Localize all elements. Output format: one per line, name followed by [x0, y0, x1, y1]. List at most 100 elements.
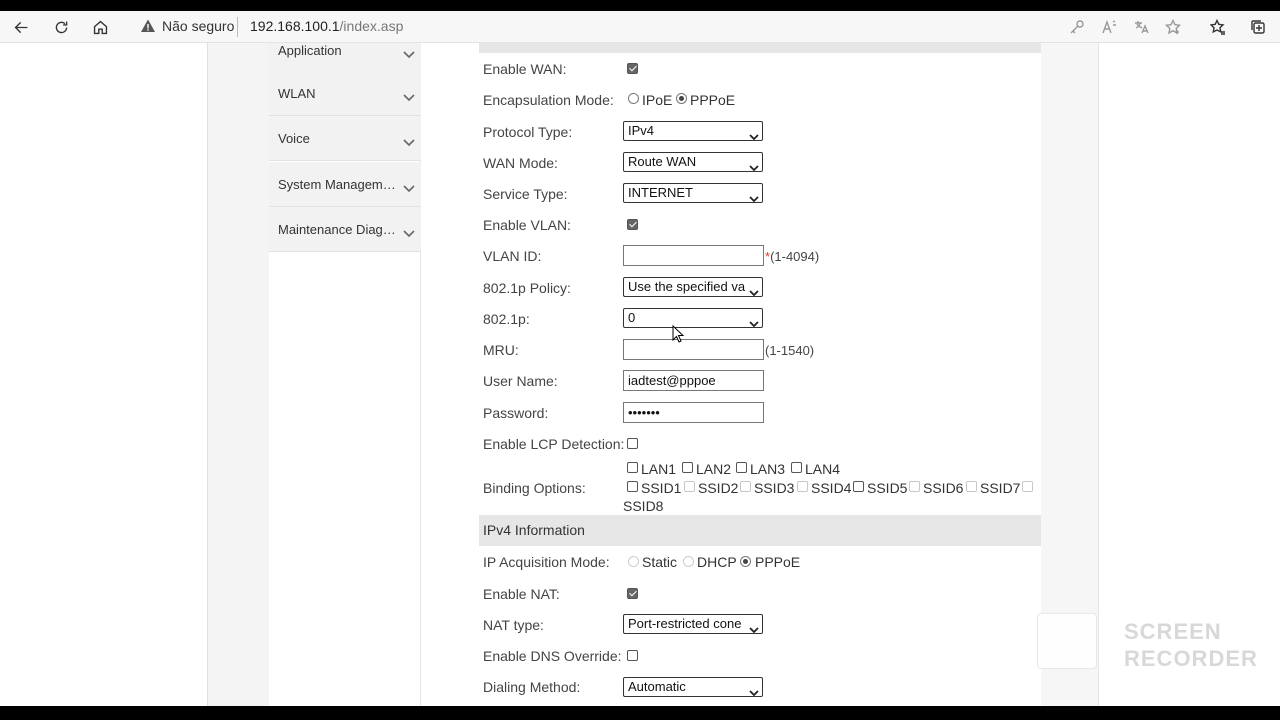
vlan-id-range: (1-4094) [770, 249, 820, 264]
password-label: Password: [483, 405, 549, 421]
back-icon[interactable] [10, 16, 32, 38]
wan-mode-value: Route WAN [628, 154, 697, 169]
vlan-id-input[interactable] [623, 245, 764, 266]
dns-override-label: Enable DNS Override: [483, 648, 622, 664]
sidebar-item-wlan[interactable]: WLAN [269, 71, 421, 116]
sidebar-item-maintenance-diagnosis[interactable]: Maintenance Diagno... [269, 207, 421, 252]
enable-vlan-label: Enable VLAN: [483, 217, 571, 233]
sidebar-item-application[interactable]: Application [269, 43, 421, 73]
binding-lan3-checkbox[interactable] [736, 462, 747, 473]
protocol-type-select[interactable]: IPv4 [623, 121, 763, 141]
chevron-down-icon [403, 46, 415, 59]
binding-ssid8-checkbox[interactable] [1022, 481, 1033, 492]
dialing-method-select[interactable]: Automatic [623, 677, 763, 697]
binding-ssid2-label: SSID2 [698, 480, 739, 496]
dialing-method-label: Dialing Method: [483, 679, 581, 695]
enable-lcp-checkbox[interactable] [627, 438, 638, 449]
acquisition-pppoe-label: PPPoE [755, 554, 801, 570]
protocol-type-label: Protocol Type: [483, 124, 573, 140]
encapsulation-mode-label: Encapsulation Mode: [483, 92, 614, 108]
binding-ssid2-checkbox[interactable] [684, 481, 695, 492]
enable-nat-checkbox[interactable] [627, 588, 638, 599]
password-input[interactable]: ••••••• [623, 402, 764, 423]
wan-mode-select[interactable]: Route WAN [623, 152, 763, 172]
policy-8021p-label: 802.1p Policy: [483, 280, 571, 296]
address-bar[interactable]: 192.168.100.1/index.asp [250, 18, 403, 34]
dns-override-checkbox[interactable] [627, 650, 638, 661]
binding-lan4-checkbox[interactable] [791, 462, 802, 473]
home-icon[interactable] [89, 16, 111, 38]
right-gutter [1041, 43, 1099, 706]
sidebar-item-label: System Management [278, 177, 400, 192]
binding-lan1-checkbox[interactable] [627, 462, 638, 473]
nat-type-label: NAT type: [483, 617, 544, 633]
vlan-id-hint: *(1-4094) [765, 249, 819, 264]
sidebar-item-system-management[interactable]: System Management [269, 162, 421, 207]
binding-lan4-label: LAN4 [805, 461, 841, 477]
binding-ssid4-checkbox[interactable] [797, 481, 808, 492]
binding-ssid5-checkbox[interactable] [853, 481, 864, 492]
warning-icon[interactable] [140, 18, 156, 37]
binding-ssid3-label: SSID3 [754, 480, 795, 496]
url-host: 192.168.100.1 [250, 18, 340, 34]
enable-nat-label: Enable NAT: [483, 586, 560, 602]
acquisition-pppoe-radio[interactable] [740, 556, 751, 567]
browser-toolbar: Não seguro 192.168.100.1/index.asp [0, 11, 1280, 43]
sidebar-item-label: Voice [278, 131, 310, 146]
acquisition-static-radio[interactable] [628, 556, 639, 567]
sidebar-item-label: Maintenance Diagno... [278, 222, 400, 237]
collections-icon[interactable] [1249, 18, 1267, 36]
sidebar-item-voice[interactable]: Voice [269, 116, 421, 161]
mru-label: MRU: [483, 342, 519, 358]
encapsulation-ipoe-label: IPoE [642, 92, 673, 108]
service-type-value: INTERNET [628, 185, 693, 200]
binding-ssid4-label: SSID4 [811, 480, 852, 496]
policy-8021p-value: Use the specified value [628, 279, 746, 294]
service-type-select[interactable]: INTERNET [623, 183, 763, 203]
encapsulation-ipoe-radio[interactable] [628, 93, 639, 104]
mru-input[interactable] [623, 339, 764, 360]
encapsulation-pppoe-radio[interactable] [676, 93, 687, 104]
section-header-bar [479, 43, 1041, 53]
enable-vlan-checkbox[interactable] [627, 219, 638, 230]
watermark-line1: SCREEN [1124, 619, 1222, 644]
binding-ssid7-checkbox[interactable] [966, 481, 977, 492]
key-icon[interactable] [1068, 18, 1086, 36]
binding-lan2-checkbox[interactable] [682, 462, 693, 473]
nat-type-select[interactable]: Port-restricted cone NAT [623, 614, 763, 634]
left-gutter [207, 43, 269, 706]
favorite-add-icon[interactable] [1164, 18, 1182, 36]
value-8021p-label: 802.1p: [483, 311, 530, 327]
ip-acquisition-label: IP Acquisition Mode: [483, 554, 610, 570]
binding-ssid6-label: SSID6 [923, 480, 964, 496]
binding-ssid7-label: SSID7 [980, 480, 1021, 496]
chevron-down-icon [749, 315, 759, 327]
binding-ssid1-checkbox[interactable] [627, 481, 638, 492]
sidebar-item-label: Application [278, 43, 342, 58]
user-name-label: User Name: [483, 373, 558, 389]
read-aloud-icon[interactable] [1100, 18, 1118, 36]
user-name-input[interactable]: iadtest@pppoe [623, 370, 764, 391]
service-type-label: Service Type: [483, 186, 568, 202]
screen-recorder-watermark: SCREEN RECORDER [1124, 618, 1258, 672]
acquisition-dhcp-radio[interactable] [683, 556, 694, 567]
binding-options-label: Binding Options: [483, 480, 586, 496]
refresh-icon[interactable] [50, 16, 72, 38]
policy-8021p-select[interactable]: Use the specified value [623, 277, 763, 297]
binding-lan2-label: LAN2 [696, 461, 732, 477]
value-8021p-select[interactable]: 0 [623, 308, 763, 328]
chevron-down-icon [749, 190, 759, 202]
binding-ssid3-checkbox[interactable] [740, 481, 751, 492]
enable-wan-label: Enable WAN: [483, 61, 567, 77]
vlan-id-label: VLAN ID: [483, 248, 542, 264]
not-secure-label[interactable]: Não seguro [162, 18, 234, 34]
favorites-icon[interactable] [1209, 18, 1227, 36]
protocol-type-value: IPv4 [628, 123, 655, 138]
chevron-down-icon [403, 225, 415, 238]
mru-hint: (1-1540) [765, 343, 815, 358]
enable-wan-checkbox[interactable] [627, 63, 638, 74]
wan-mode-label: WAN Mode: [483, 155, 558, 171]
screen-recorder-logo [1037, 613, 1097, 669]
binding-ssid6-checkbox[interactable] [909, 481, 920, 492]
translate-icon[interactable] [1132, 18, 1150, 36]
